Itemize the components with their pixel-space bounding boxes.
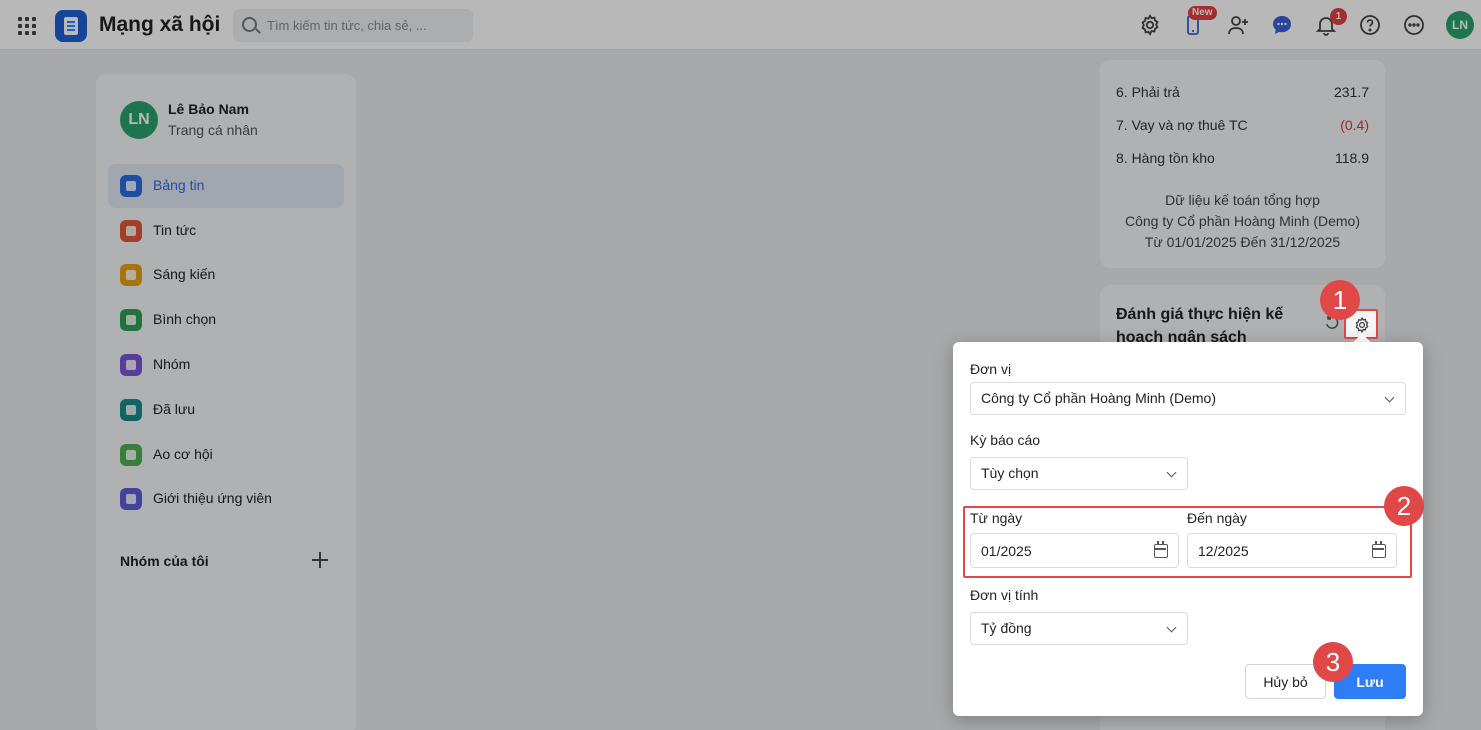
sidebar-item-news[interactable]: Tin tức bbox=[108, 209, 344, 253]
sidebar-item-label: Sáng kiến bbox=[153, 266, 216, 282]
sidebar-item-label: Ao cơ hội bbox=[153, 446, 213, 462]
sidebar-item-label: Giới thiệu ứng viên bbox=[153, 490, 272, 506]
sidebar-item-label: Bình chọn bbox=[153, 311, 217, 327]
step-callout-3: 3 bbox=[1313, 642, 1353, 682]
summary-footer: Dữ liệu kế toán tổng hợp Công ty Cổ phần… bbox=[1100, 190, 1385, 253]
measure-select-value: Tỷ đồng bbox=[981, 620, 1032, 636]
unit-label: Đơn vị bbox=[970, 361, 1012, 377]
sidebar-item-label: Nhóm bbox=[153, 356, 191, 372]
sidebar-item-saved[interactable]: Đã lưu bbox=[108, 388, 344, 432]
sidebar-item-opportunities[interactable]: Ao cơ hội bbox=[108, 433, 344, 477]
app-logo bbox=[55, 10, 87, 42]
date-range-highlight bbox=[963, 506, 1412, 578]
step-callout-2: 2 bbox=[1384, 486, 1424, 526]
sidebar: LN Lê Bảo Nam Trang cá nhân Bảng tin Tin… bbox=[96, 74, 356, 730]
footer-line: Từ 01/01/2025 Đến 31/12/2025 bbox=[1144, 234, 1341, 250]
unit-select-value: Công ty Cổ phần Hoàng Minh (Demo) bbox=[981, 390, 1217, 406]
period-label: Kỳ báo cáo bbox=[970, 432, 1041, 448]
summary-row: 6. Phải trả 231.7 bbox=[1116, 84, 1369, 100]
notification-badge: 1 bbox=[1330, 8, 1347, 25]
settings-icon[interactable] bbox=[1138, 13, 1162, 37]
referral-icon bbox=[120, 488, 142, 510]
top-bar: Mạng xã hội New 1 LN bbox=[0, 0, 1481, 50]
footer-line: Công ty Cổ phần Hoàng Minh (Demo) bbox=[1124, 213, 1360, 229]
footer-line: Dữ liệu kế toán tổng hợp bbox=[1165, 192, 1320, 208]
summary-card: 6. Phải trả 231.7 7. Vay và nợ thuê TC (… bbox=[1100, 60, 1385, 268]
sidebar-item-ideas[interactable]: Sáng kiến bbox=[108, 253, 344, 297]
profile-subtitle[interactable]: Trang cá nhân bbox=[168, 122, 258, 138]
search-input[interactable] bbox=[267, 9, 467, 42]
sidebar-item-referrals[interactable]: Giới thiệu ứng viên bbox=[108, 477, 344, 521]
measure-label: Đơn vị tính bbox=[970, 587, 1039, 603]
new-badge: New bbox=[1188, 6, 1217, 20]
app-grid-icon[interactable] bbox=[18, 17, 36, 35]
opportunity-icon bbox=[120, 444, 142, 466]
news-icon bbox=[120, 220, 142, 242]
row-label: 7. Vay và nợ thuê TC bbox=[1116, 117, 1248, 133]
group-icon bbox=[120, 354, 142, 376]
sidebar-item-label: Tin tức bbox=[153, 222, 197, 238]
sidebar-item-newsfeed[interactable]: Bảng tin bbox=[108, 164, 344, 208]
chevron-down-icon bbox=[1384, 392, 1395, 403]
app-title: Mạng xã hội bbox=[99, 13, 221, 36]
chat-icon[interactable] bbox=[1270, 13, 1294, 37]
sidebar-item-label: Đã lưu bbox=[153, 401, 196, 417]
search-icon bbox=[242, 17, 257, 32]
newsfeed-icon bbox=[120, 175, 142, 197]
lightbulb-icon bbox=[120, 264, 142, 286]
sidebar-item-label: Bảng tin bbox=[153, 177, 205, 193]
profile-name[interactable]: Lê Bảo Nam bbox=[168, 101, 249, 117]
more-icon[interactable] bbox=[1402, 13, 1426, 37]
period-select-value: Tùy chọn bbox=[981, 465, 1039, 481]
chevron-down-icon bbox=[1166, 467, 1177, 478]
profile-avatar[interactable]: LN bbox=[120, 101, 158, 139]
sidebar-item-polls[interactable]: Bình chọn bbox=[108, 298, 344, 342]
bookmark-icon bbox=[120, 399, 142, 421]
measure-select[interactable]: Tỷ đồng bbox=[970, 612, 1188, 645]
search-box[interactable] bbox=[233, 9, 473, 42]
add-user-icon[interactable] bbox=[1226, 13, 1250, 37]
row-value: 231.7 bbox=[1333, 84, 1369, 100]
poll-chart-icon bbox=[120, 309, 142, 331]
period-select[interactable]: Tùy chọn bbox=[970, 457, 1188, 490]
row-value: (0.4) bbox=[1340, 117, 1369, 133]
my-groups-heading: Nhóm của tôi bbox=[120, 553, 209, 569]
row-label: 6. Phải trả bbox=[1116, 84, 1180, 100]
sidebar-item-groups[interactable]: Nhóm bbox=[108, 343, 344, 387]
row-label: 8. Hàng tồn kho bbox=[1116, 150, 1215, 166]
summary-row: 7. Vay và nợ thuê TC (0.4) bbox=[1116, 117, 1369, 133]
step-callout-1: 1 bbox=[1320, 280, 1360, 320]
unit-select[interactable]: Công ty Cổ phần Hoàng Minh (Demo) bbox=[970, 382, 1406, 415]
add-group-icon[interactable] bbox=[312, 552, 328, 568]
help-icon[interactable] bbox=[1358, 13, 1382, 37]
row-value: 118.9 bbox=[1335, 150, 1369, 166]
chevron-down-icon bbox=[1166, 622, 1177, 633]
user-avatar[interactable]: LN bbox=[1446, 11, 1474, 39]
gear-icon bbox=[1355, 316, 1369, 334]
summary-row: 8. Hàng tồn kho 118.9 bbox=[1116, 150, 1369, 166]
